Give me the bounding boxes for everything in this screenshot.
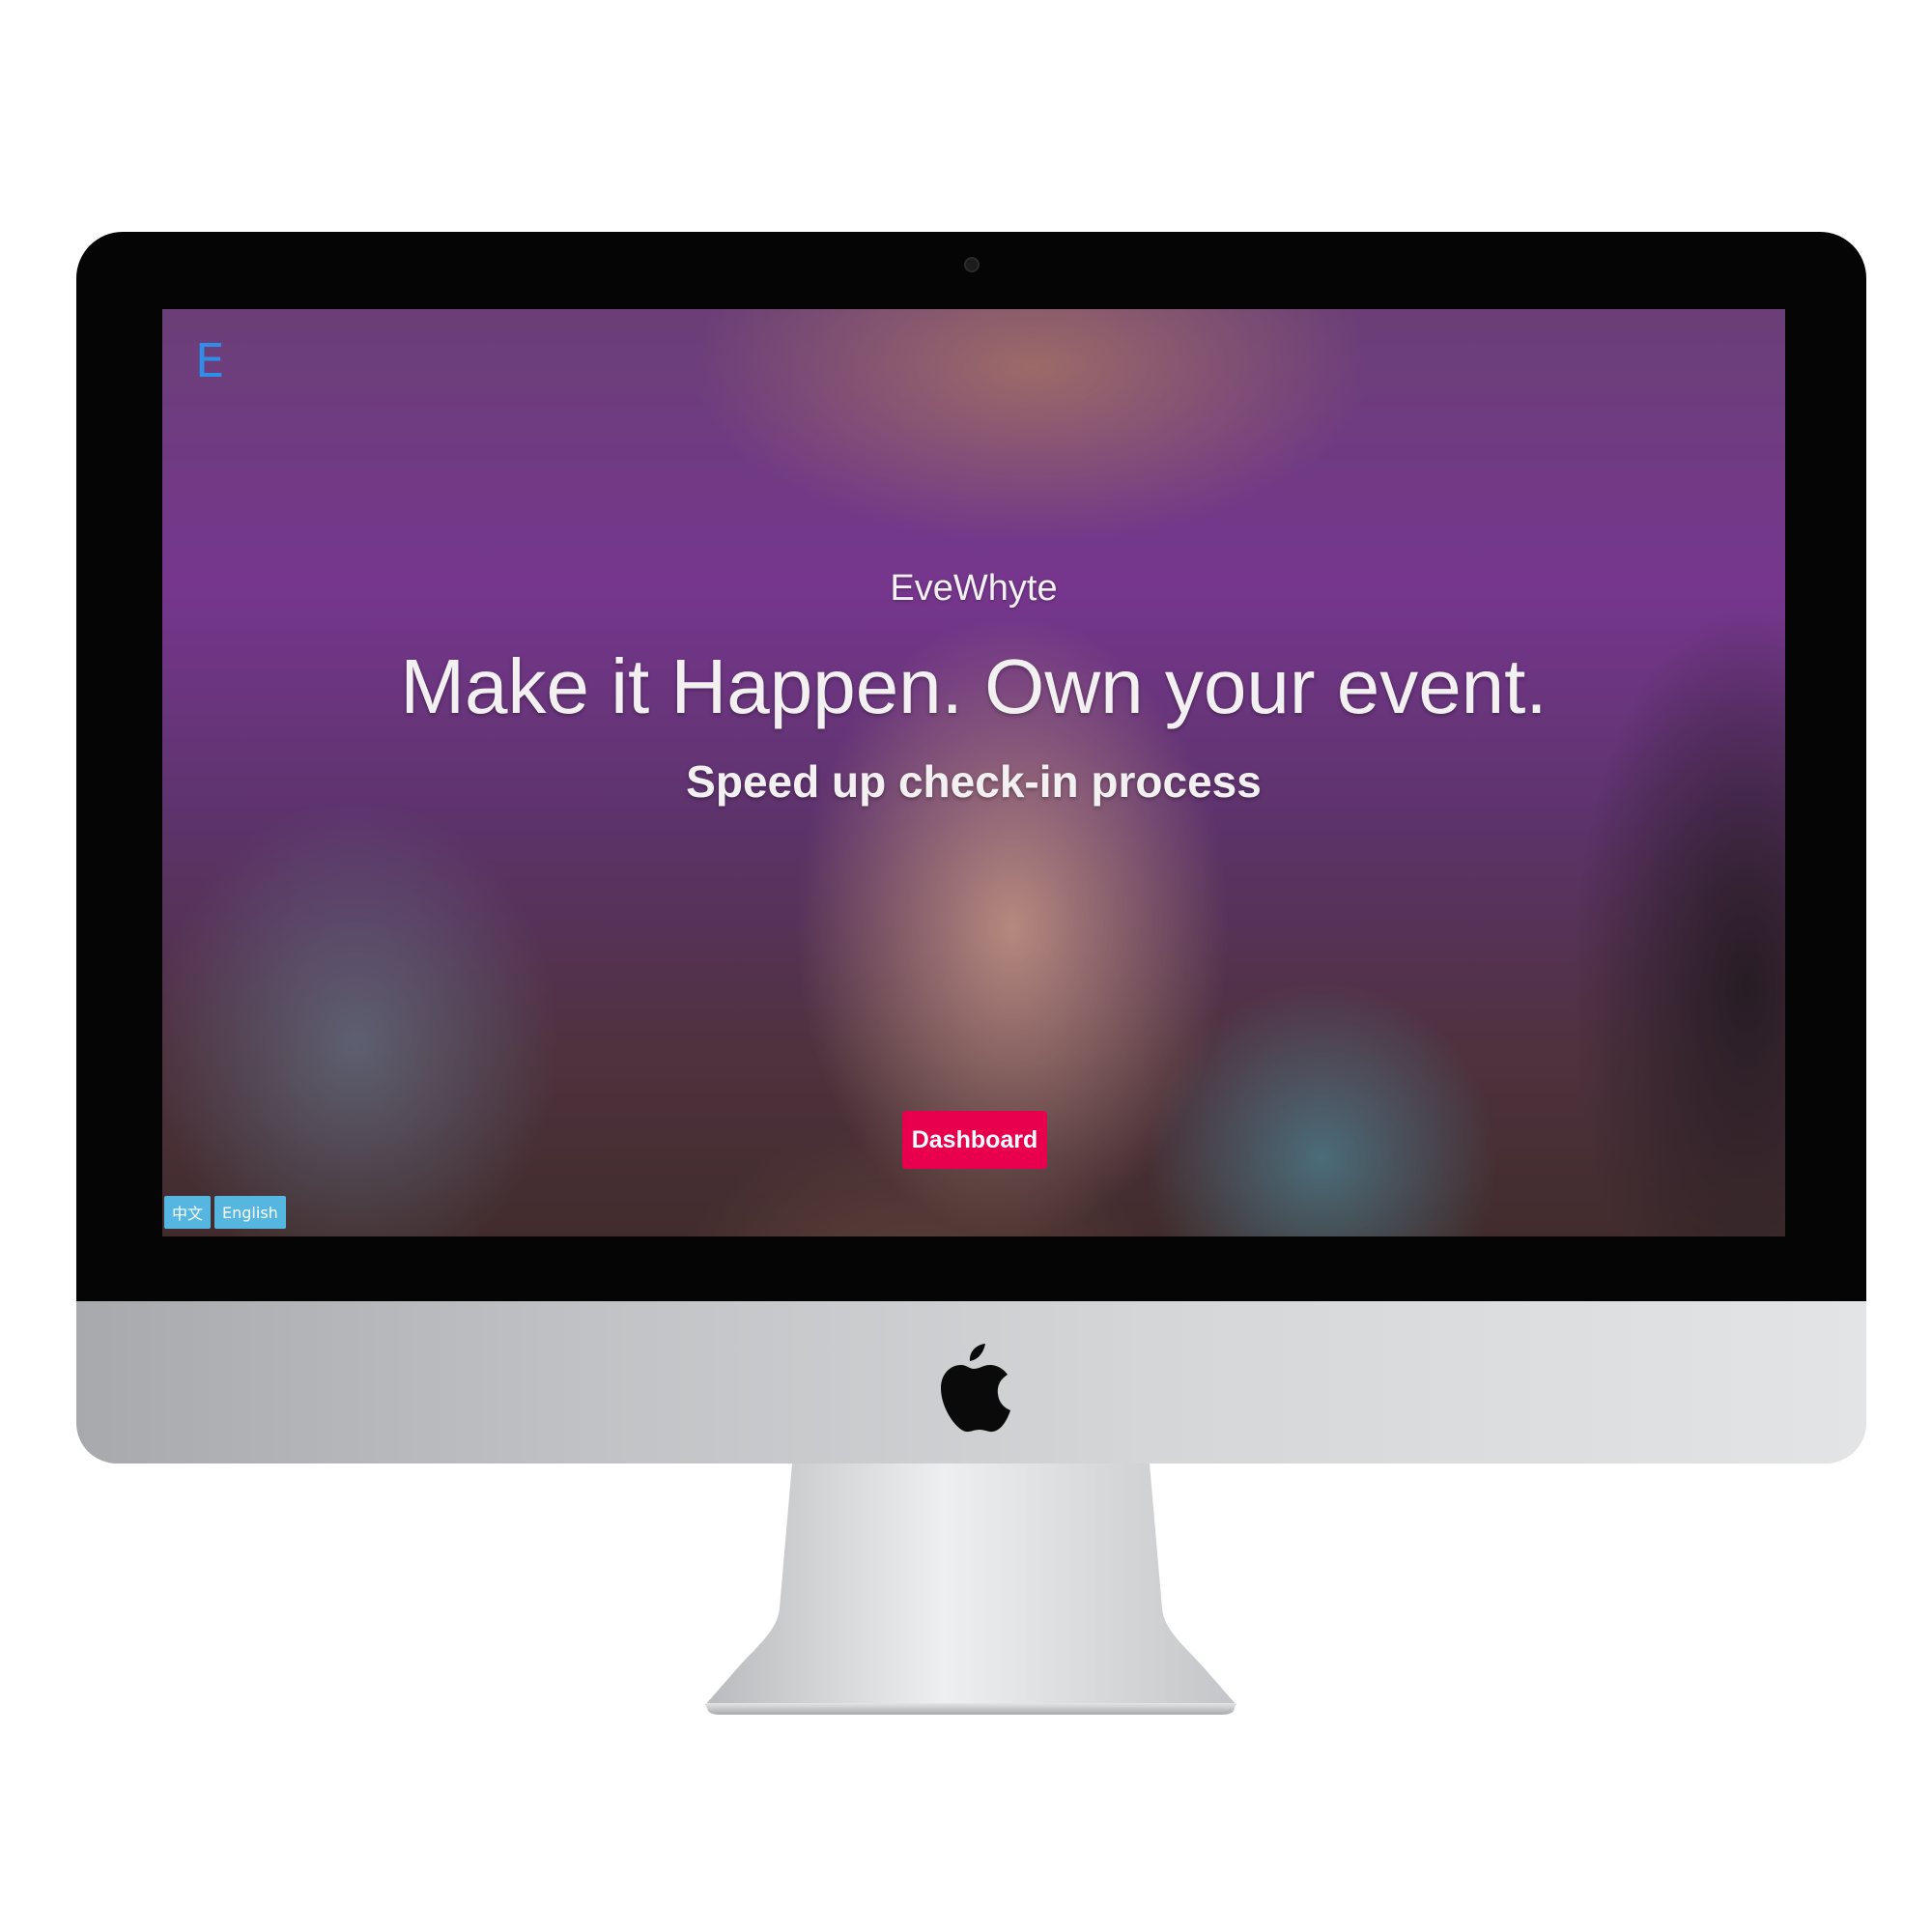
hero-subheadline: Speed up check-in process bbox=[686, 756, 1262, 807]
lang-chinese-button[interactable]: 中文 bbox=[164, 1196, 212, 1229]
brand-name: EveWhyte bbox=[890, 568, 1058, 609]
language-switcher: 中文 English bbox=[164, 1196, 286, 1229]
dashboard-button[interactable]: Dashboard bbox=[902, 1111, 1047, 1169]
hero-headline: Make it Happen. Own your event. bbox=[400, 643, 1548, 729]
hero-section: EveWhyte Make it Happen. Own your event.… bbox=[162, 309, 1785, 1236]
lang-english-button[interactable]: English bbox=[214, 1196, 286, 1229]
monitor-stand bbox=[705, 1463, 1236, 1715]
website-screen: E EveWhyte Make it Happen. Own your even… bbox=[162, 309, 1785, 1236]
webcam-icon bbox=[964, 257, 980, 272]
apple-logo-icon bbox=[941, 1344, 1010, 1433]
